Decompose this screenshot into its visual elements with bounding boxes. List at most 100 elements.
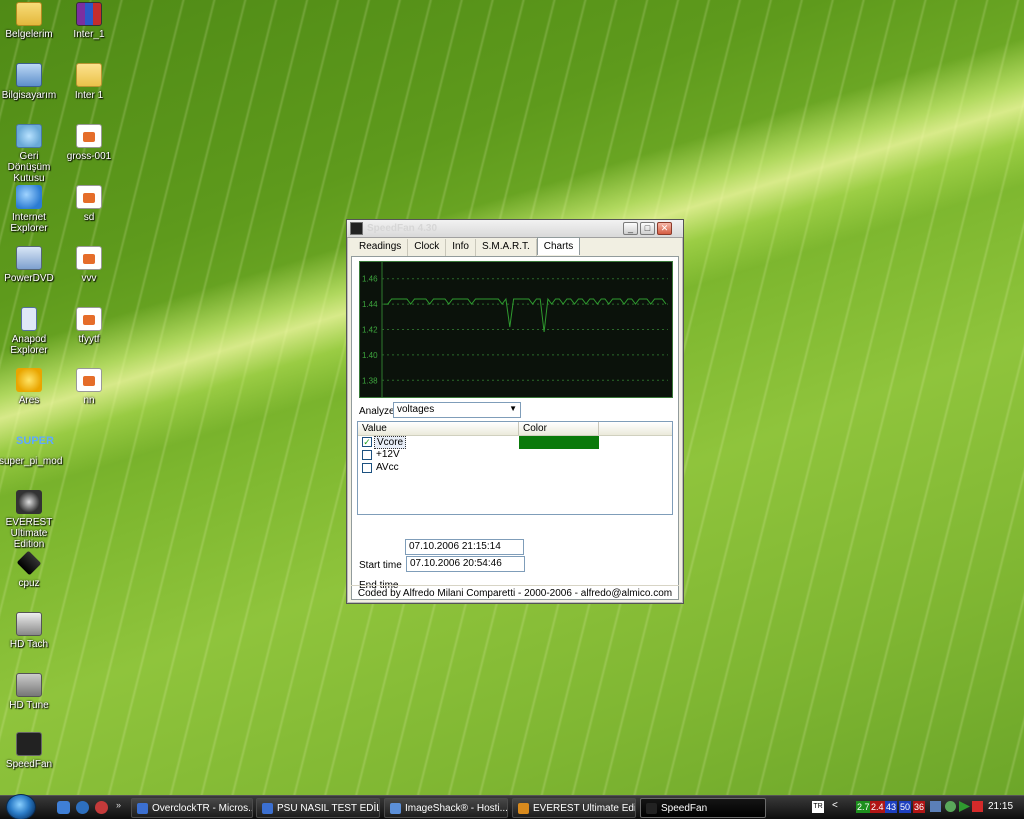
chevron-down-icon[interactable]: ▼ [509,404,517,413]
tab-clock[interactable]: Clock [408,239,447,256]
desktop-icon[interactable]: SpeedFan [0,732,59,770]
start-time-label: Start time [359,560,402,571]
desktop-icon-label: vvv [81,273,97,284]
internet-explorer-quicklaunch-icon[interactable] [76,801,89,814]
tray-readout[interactable]: 2.4 [870,801,885,813]
taskbar-button-label: OverclockTR - Micros... [152,803,253,814]
maximize-button[interactable]: □ [640,222,655,235]
y-tick-label: 1.38 [362,376,378,385]
end-time-field[interactable]: 07.10.2006 21:15:14 [405,539,524,555]
desktop-icon[interactable]: cpuz [0,550,59,589]
list-item-label: Vcore [374,436,407,449]
desktop-icon[interactable]: gross-001 [59,124,119,162]
desktop-icon-label: nn [83,395,95,406]
desktop-icon[interactable]: Inter_1 [59,2,119,40]
desktop-icon[interactable]: Geri Dönüşüm Kutusu [0,124,59,184]
close-button[interactable]: ✕ [657,222,672,235]
list-item-label: AVcc [376,462,399,473]
tray-readout[interactable]: 2.7 [856,801,871,813]
desktop-icon-label: PowerDVD [4,273,54,284]
taskbar-button[interactable]: PSU NASIL TEST EDİL... [256,798,380,818]
start-button[interactable] [6,794,36,819]
computer-icon [16,63,42,87]
analyze-dropdown[interactable]: voltages ▼ [393,402,521,418]
color-swatch[interactable] [519,436,599,449]
tray-clock[interactable]: 21:15 [988,801,1013,812]
list-item[interactable]: AVcc [358,462,672,475]
tab-charts[interactable]: Charts [536,237,581,255]
internet-explorer-icon [16,185,42,209]
desktop-icon[interactable]: EVEREST Ultimate Edition [0,490,59,550]
desktop-icon-label: Inter_1 [73,29,105,40]
everest-icon [16,490,42,514]
checkbox[interactable] [362,450,372,460]
y-tick-label: 1.40 [362,351,378,360]
quicklaunch-more-button[interactable]: » [116,800,121,810]
taskbar: » OverclockTR - Micros... PSU NASIL TEST … [0,794,1024,819]
media-player-quicklaunch-icon[interactable] [95,801,108,814]
taskbar-button[interactable]: EVEREST Ultimate Edi... [512,798,636,818]
column-header-value[interactable]: Value [358,422,519,435]
checkbox[interactable]: ✓ [362,437,372,447]
tray-readout[interactable]: 43 [885,801,898,813]
ares-icon [16,368,42,392]
desktop-icon[interactable]: HD Tach [0,612,59,650]
everest-icon [518,803,529,814]
tab-smart[interactable]: S.M.A.R.T. [476,239,537,256]
desktop-icon[interactable]: sd [59,185,119,223]
chart-svg: 1.46 1.44 1.42 1.40 1.38 [362,262,668,397]
desktop-icon[interactable]: Anapod Explorer [0,307,59,356]
desktop-icon[interactable]: Inter 1 [59,63,119,101]
messenger-icon[interactable] [945,801,956,812]
tray-expand-button[interactable]: < [832,800,838,811]
desktop-icon[interactable]: PowerDVD [0,246,59,284]
taskbar-button-label: EVEREST Ultimate Edi... [533,803,636,814]
y-tick-label: 1.42 [362,326,378,335]
color-swatch[interactable] [519,462,599,475]
desktop-icon[interactable]: vvv [59,246,119,284]
language-indicator[interactable]: TR [812,801,824,813]
color-swatch[interactable] [519,449,599,462]
image-file-icon [76,124,102,148]
desktop-icon[interactable]: Internet Explorer [0,185,59,234]
start-time-field[interactable]: 07.10.2006 20:54:46 [406,556,525,572]
folder-icon [76,63,102,87]
hd-tach-icon [16,612,42,636]
desktop-icon-label: Anapod Explorer [10,334,48,356]
taskbar-button[interactable]: OverclockTR - Micros... [131,798,253,818]
taskbar-button-label: PSU NASIL TEST EDİL... [277,803,380,814]
desktop-icon-label: Ares [18,395,40,406]
desktop-icon[interactable]: Ares [0,368,59,406]
word-icon [137,803,148,814]
desktop-icon[interactable]: SUPER super_pi_mod [0,429,62,467]
hd-tune-icon [16,673,42,697]
minimize-button[interactable]: _ [623,222,638,235]
tray-readout[interactable]: 50 [899,801,912,813]
desktop-icon[interactable]: nn [59,368,119,406]
taskbar-button[interactable]: SpeedFan [640,798,766,818]
window-title: SpeedFan 4.30 [367,223,438,234]
list-item[interactable]: ✓ Vcore [358,436,672,449]
desktop-icon[interactable]: Bilgisayarım [0,63,59,101]
tab-readings[interactable]: Readings [353,239,409,256]
sensor-list-header: Value Color [358,422,672,436]
tray-readout[interactable]: 36 [913,801,926,813]
image-file-icon [76,246,102,270]
desktop-icon-label: HD Tach [9,639,49,650]
desktop-icon-label: Geri Dönüşüm Kutusu [7,151,51,184]
volume-muted-icon[interactable] [972,801,983,812]
tab-info[interactable]: Info [446,239,476,256]
checkbox[interactable] [362,463,372,473]
taskbar-button[interactable]: ImageShack® - Hosti... [384,798,508,818]
column-header-color[interactable]: Color [519,422,599,435]
network-icon[interactable] [930,801,941,812]
list-item[interactable]: +12V [358,449,672,462]
window-titlebar[interactable]: SpeedFan 4.30 _ □ ✕ [347,220,683,238]
play-icon[interactable] [959,801,970,812]
show-desktop-icon[interactable] [57,801,70,814]
credits-footer: Coded by Alfredo Milani Comparetti - 200… [351,585,679,599]
desktop-icon[interactable]: tfyytf [59,307,119,345]
desktop-icon[interactable]: Belgelerim [0,2,59,40]
desktop-icon[interactable]: HD Tune [0,673,59,711]
desktop-icon-label: Internet Explorer [10,212,48,234]
